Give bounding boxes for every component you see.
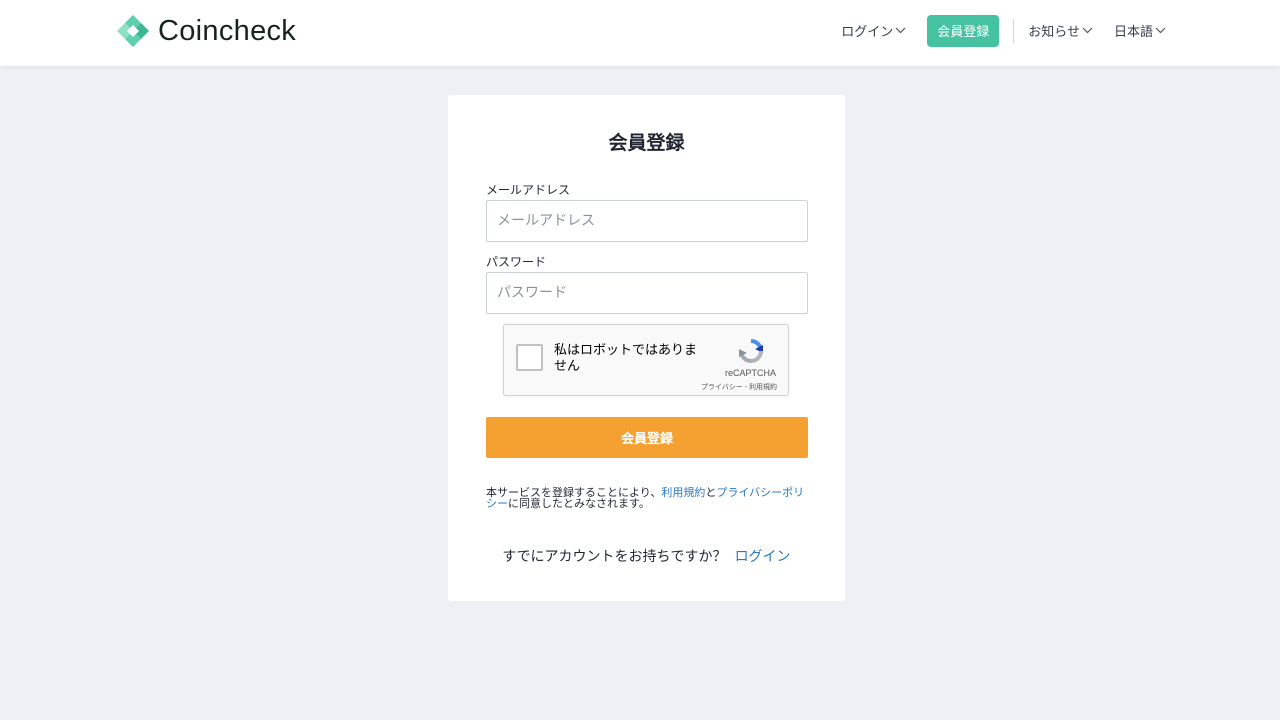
recaptcha-label: 私はロボットではありません [554, 343, 698, 374]
email-label: メールアドレス [486, 183, 571, 197]
nav-news-menu[interactable]: お知らせ [1028, 21, 1093, 40]
recaptcha-terms-link[interactable]: 利用規約 [749, 384, 777, 391]
header-nav: ログイン 会員登録 お知らせ 日本語 [841, 14, 1166, 47]
signup-submit-button[interactable]: 会員登録 [486, 417, 808, 458]
nav-language-menu[interactable]: 日本語 [1114, 21, 1166, 40]
terms-suffix: に同意したとみなされます。 [508, 497, 650, 510]
password-field[interactable] [486, 272, 808, 314]
email-field[interactable] [486, 200, 808, 242]
nav-divider [1013, 18, 1015, 43]
chevron-down-icon [1155, 23, 1166, 38]
recaptcha-widget: 私はロボットではありません reCAPTCHA プライバシー - 利用規約 [503, 324, 789, 396]
top-navigation-bar: Coincheck ログイン 会員登録 お知らせ 日本語 [0, 0, 1280, 66]
existing-account-question: すでにアカウントをお持ちですか？ [502, 549, 727, 565]
coincheck-logo[interactable]: Coincheck [116, 13, 296, 49]
nav-signup-button[interactable]: 会員登録 [927, 14, 1000, 47]
page-title: 会員登録 [608, 132, 685, 154]
terms-middle: と [705, 486, 717, 499]
recaptcha-checkbox[interactable] [516, 344, 543, 371]
nav-news-label: お知らせ [1028, 25, 1080, 40]
existing-account-prompt: すでにアカウントをお持ちですか？ ログイン [448, 546, 845, 566]
chevron-down-icon [895, 23, 906, 38]
nav-language-label: 日本語 [1113, 25, 1153, 40]
recaptcha-brand: reCAPTCHA [724, 368, 776, 378]
nav-login-label: ログイン [841, 25, 894, 40]
nav-login-menu[interactable]: ログイン [841, 21, 906, 40]
terms-notice: 本サービスを登録することにより、利用規約とプライバシーポリシーに同意したとみなさ… [486, 487, 808, 509]
recaptcha-privacy-link[interactable]: プライバシー [701, 384, 743, 391]
chevron-down-icon [1082, 23, 1093, 38]
password-label: パスワード [486, 255, 547, 269]
coincheck-logo-icon [116, 14, 150, 48]
login-link[interactable]: ログイン [735, 549, 791, 565]
recaptcha-logo-icon [735, 335, 767, 371]
terms-of-service-link[interactable]: 利用規約 [661, 486, 705, 499]
logo-text: Coincheck [158, 14, 297, 47]
recaptcha-links: プライバシー - 利用規約 [701, 382, 777, 392]
